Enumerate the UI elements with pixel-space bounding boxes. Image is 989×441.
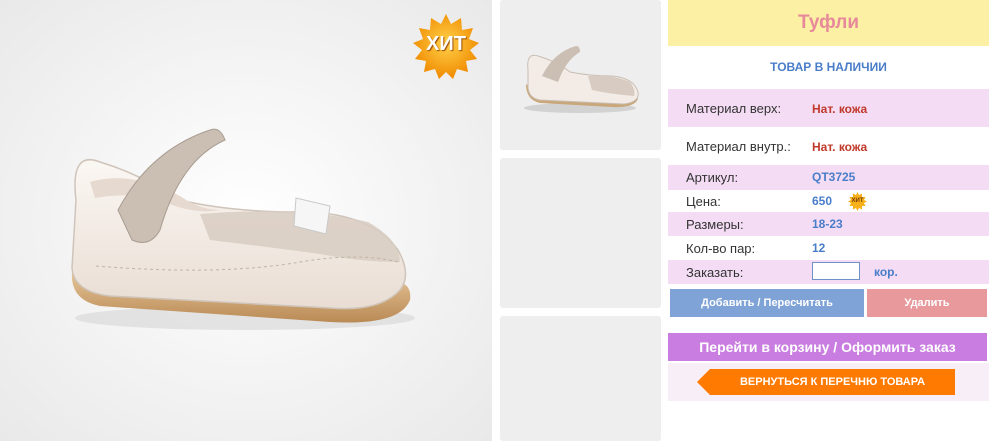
spec-row-pairs: Кол-во пар: 12	[668, 236, 989, 260]
thumbnail-3[interactable]	[500, 316, 661, 441]
stock-status: ТОВАР В НАЛИЧИИ	[770, 60, 887, 74]
thumbnail-2[interactable]	[500, 158, 661, 308]
spec-label: Цена:	[686, 194, 721, 209]
hit-badge-text: ХИТ	[426, 33, 466, 55]
price-value: 650	[812, 194, 833, 208]
delete-button[interactable]: Удалить	[867, 289, 987, 317]
spec-label: Материал внутр.:	[686, 139, 791, 154]
spec-value: Нат. кожа	[812, 102, 868, 116]
spec-row-material-inner: Материал внутр.: Нат. кожа	[668, 131, 989, 163]
order-label: Заказать:	[686, 265, 744, 280]
spec-row-material-upper: Материал верх: Нат. кожа	[668, 89, 989, 127]
add-recalculate-button[interactable]: Добавить / Пересчитать	[670, 289, 864, 317]
order-row: Заказать: кор.	[668, 260, 989, 284]
price-hit-badge: ХИТ	[848, 192, 867, 211]
product-title: Туфли	[668, 0, 989, 46]
spec-value: Нат. кожа	[812, 140, 868, 154]
spec-row-sizes: Размеры: 18-23	[668, 212, 989, 236]
quantity-input[interactable]	[812, 262, 860, 280]
hit-badge: ХИТ	[411, 12, 481, 82]
spec-label: Размеры:	[686, 217, 744, 232]
go-to-cart-button[interactable]: Перейти в корзину / Оформить заказ	[668, 333, 987, 361]
spec-label: Кол-во пар:	[686, 241, 756, 256]
spec-label: Артикул:	[686, 170, 739, 185]
back-to-list-button[interactable]: ВЕРНУТЬСЯ К ПЕРЕЧНЮ ТОВАРА	[697, 369, 955, 395]
spec-row-article: Артикул: QT3725	[668, 165, 989, 190]
spec-row-price: Цена: 650 ХИТ	[668, 190, 989, 212]
main-product-image[interactable]: ХИТ	[0, 0, 492, 441]
price-hit-text: ХИТ	[851, 198, 864, 204]
back-button-wrapper: ВЕРНУТЬСЯ К ПЕРЕЧНЮ ТОВАРА	[668, 363, 989, 401]
spec-value: QT3725	[812, 170, 856, 184]
spec-value: 12	[812, 241, 826, 255]
order-unit: кор.	[874, 265, 898, 279]
thumbnail-1[interactable]	[500, 0, 661, 150]
spec-label: Материал верх:	[686, 101, 782, 116]
spec-value: 18-23	[812, 217, 843, 231]
